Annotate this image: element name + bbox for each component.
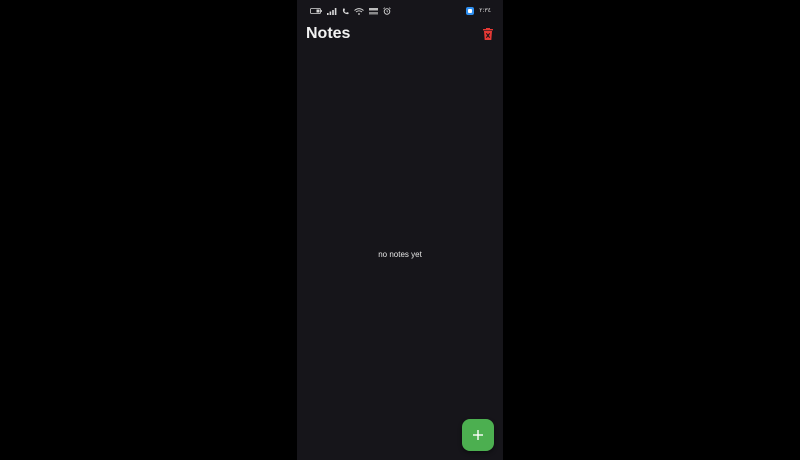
signal-icon [327,7,337,15]
page-title: Notes [306,25,351,42]
plus-icon [473,430,483,440]
battery-icon [310,8,322,14]
alarm-icon [383,7,391,15]
app-notification-icon [466,7,475,15]
clock: ٢:٣٤ [479,7,491,14]
delete-all-button[interactable] [481,26,495,42]
call-icon [342,8,349,15]
wifi-icon [354,7,364,15]
add-note-button[interactable] [462,419,494,451]
data-speed-icon [369,7,378,15]
status-icons-left [310,7,391,15]
delete-all-icon [483,28,493,40]
status-bar: ٢:٣٤ [297,0,503,22]
empty-state-message: no notes yet [378,250,422,259]
status-icons-right: ٢:٣٤ [466,7,491,15]
phone-screen: ٢:٣٤ Notes no notes yet [297,0,503,460]
app-bar: Notes [297,22,503,48]
